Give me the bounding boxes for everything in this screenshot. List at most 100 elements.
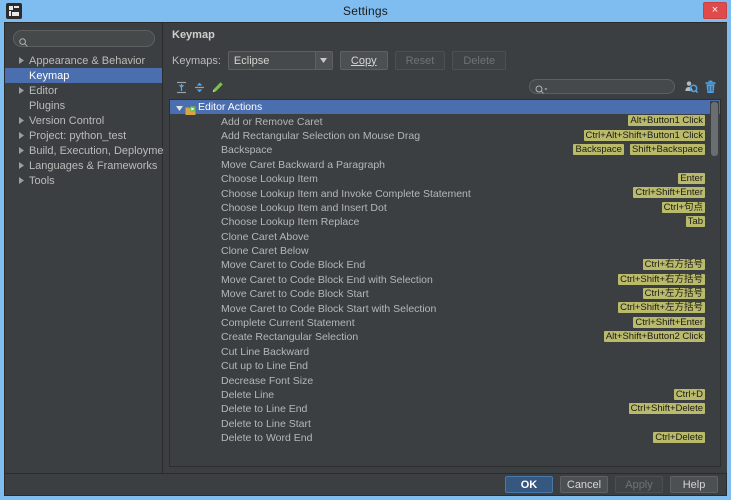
find-actions-by-shortcut-icon[interactable] [683,79,699,95]
copy-button[interactable]: Copy [339,51,388,70]
tree-row[interactable]: Choose Lookup Item and Insert Dot Ctrl+句点 [170,201,720,215]
shortcut-badge: Tab [685,216,705,228]
sidebar-item-label: Languages & Frameworks [29,159,158,172]
shortcut-list: Enter [678,172,705,184]
tree-row[interactable]: Move Caret to Code Block Start with Sele… [170,301,720,315]
page-title: Keymap [172,29,215,41]
tree-row[interactable]: Cut Line Backward [170,345,720,359]
tree-row[interactable]: Delete to Line Start [170,417,720,431]
clear-filter-icon[interactable] [702,79,718,95]
tree-row[interactable]: Move Caret to Code Block End with Select… [170,273,720,287]
keymap-select[interactable]: Eclipse [227,51,333,70]
sidebar-item-keymap[interactable]: Keymap [5,68,162,83]
tree-row[interactable]: Delete Line Ctrl+D [170,388,720,402]
tree-row[interactable]: Add Rectangular Selection on Mouse Drag C… [170,129,720,143]
sidebar-item-editor[interactable]: Editor [5,83,162,98]
sidebar-item-label: Editor [29,84,58,97]
keymaps-label: Keymaps: [172,54,221,67]
sidebar-item-appearance-behavior[interactable]: Appearance & Behavior [5,53,162,68]
action-name: Choose Lookup Item and Invoke Complete S… [221,187,471,200]
sidebar-item-label: Appearance & Behavior [29,54,146,67]
sidebar-item-version-control[interactable]: Version Control [5,113,162,128]
chevron-right-icon[interactable] [17,116,26,125]
tree-group-editor-actions[interactable]: Editor Actions [170,100,720,115]
actions-scrollbar[interactable] [710,101,719,466]
tree-row[interactable]: Choose Lookup Item Enter [170,172,720,186]
tree-row[interactable]: Delete to Line End Ctrl+Shift+Delete [170,402,720,416]
tree-row[interactable]: Choose Lookup Item and Invoke Complete S… [170,186,720,200]
shortcut-badge: Ctrl+Shift+Enter [633,187,705,199]
tree-row[interactable]: Decrease Font Size [170,373,720,387]
shortcut-badge: Ctrl+Alt+Shift+Button1 Click [583,129,705,141]
tree-row[interactable]: Clone Caret Above [170,230,720,244]
action-name: Move Caret to Code Block Start [221,288,369,301]
action-name: Clone Caret Above [221,230,310,243]
sidebar-search[interactable] [13,30,155,47]
tree-row[interactable]: Move Caret to Code Block Start Ctrl+左方括号 [170,287,720,301]
sidebar-item-project-python-test[interactable]: Project: python_test [5,128,162,143]
chevron-down-icon[interactable] [314,52,332,69]
shortcut-badge: Ctrl+左方括号 [642,288,705,300]
chevron-down-icon[interactable] [175,104,183,112]
shortcut-list: Ctrl+左方括号 [642,288,705,300]
action-name: Choose Lookup Item Replace [221,216,360,229]
search-icon [19,34,28,52]
tree-row[interactable]: Create Rectangular Selection Alt+Shift+Bu… [170,330,720,344]
tree-row[interactable]: Add or Remove Caret Alt+Button1 Click [170,114,720,128]
shortcut-list: Ctrl+右方括号 [642,259,705,271]
shortcut-badge: Backspace [573,144,624,156]
tree-row[interactable]: Clone Caret Below [170,244,720,258]
collapse-all-icon[interactable] [191,79,207,95]
chevron-right-icon[interactable] [17,56,26,65]
tree-row[interactable]: Choose Lookup Item Replace Tab [170,215,720,229]
sidebar-item-label: Project: python_test [29,129,127,142]
shortcut-badge: Ctrl+Delete [653,431,705,443]
cancel-button[interactable]: Cancel [560,476,608,493]
filter-input[interactable] [529,79,675,94]
action-name: Cut up to Line End [221,360,308,373]
help-button[interactable]: Help [670,476,718,493]
tree-row[interactable]: Backspace Backspace Shift+Backspace [170,143,720,157]
sidebar-tree: Appearance & Behavior Keymap Editor Plugins… [5,53,173,188]
tree-row[interactable]: Move Caret Backward a Paragraph [170,158,720,172]
copy-button-label: Copy [350,54,377,67]
actions-scrollbar-thumb[interactable] [711,102,718,156]
ok-button[interactable]: OK [505,476,553,493]
delete-keymap-button: Delete [452,51,507,70]
chevron-right-icon[interactable] [17,176,26,185]
close-icon[interactable]: × [703,2,727,19]
shortcut-badge: Ctrl+句点 [661,201,705,213]
shortcut-list: Ctrl+Alt+Shift+Button1 Click [583,129,705,141]
sidebar-item-languages-frameworks[interactable]: Languages & Frameworks [5,158,162,173]
tree-row[interactable]: Cut up to Line End [170,359,720,373]
action-name: Complete Current Statement [221,317,355,330]
action-name: Move Caret to Code Block Start with Sele… [221,302,437,315]
sidebar-item-build-execution-deployment[interactable]: Build, Execution, Deployment [5,143,173,158]
chevron-right-icon[interactable] [17,146,26,155]
action-name: Choose Lookup Item [221,173,318,186]
chevron-right-icon[interactable] [17,131,26,140]
settings-sidebar: Appearance & Behavior Keymap Editor Plugins… [5,23,173,473]
sidebar-item-label: Tools [29,174,55,187]
action-name: Cut Line Backward [221,345,310,358]
actions-tree[interactable]: Editor Actions Add or Remove Caret Alt+But… [169,99,721,467]
tree-row[interactable]: Delete to Word End Ctrl+Delete [170,431,720,445]
search-input[interactable] [13,30,155,47]
action-name: Create Rectangular Selection [221,331,359,344]
shortcut-list: Ctrl+D [673,388,705,400]
edit-shortcut-icon[interactable] [209,79,225,95]
shortcut-list: Ctrl+Shift+右方括号 [618,273,705,285]
shortcut-list: Tab [685,216,705,228]
chevron-right-icon[interactable] [17,86,26,95]
shortcut-badge: Alt+Button1 Click [628,115,705,127]
tree-row[interactable]: Complete Current Statement Ctrl+Shift+Ent… [170,316,720,330]
expand-all-icon[interactable] [173,79,189,95]
folder-icon [185,103,196,115]
sidebar-item-plugins[interactable]: Plugins [5,98,162,113]
tree-toolbar [169,77,721,97]
chevron-right-icon[interactable] [17,161,26,170]
shortcut-list: Backspace Shift+Backspace [573,144,705,156]
shortcut-list: Ctrl+Delete [653,431,705,443]
sidebar-item-tools[interactable]: Tools [5,173,162,188]
tree-row[interactable]: Move Caret to Code Block End Ctrl+右方括号 [170,258,720,272]
